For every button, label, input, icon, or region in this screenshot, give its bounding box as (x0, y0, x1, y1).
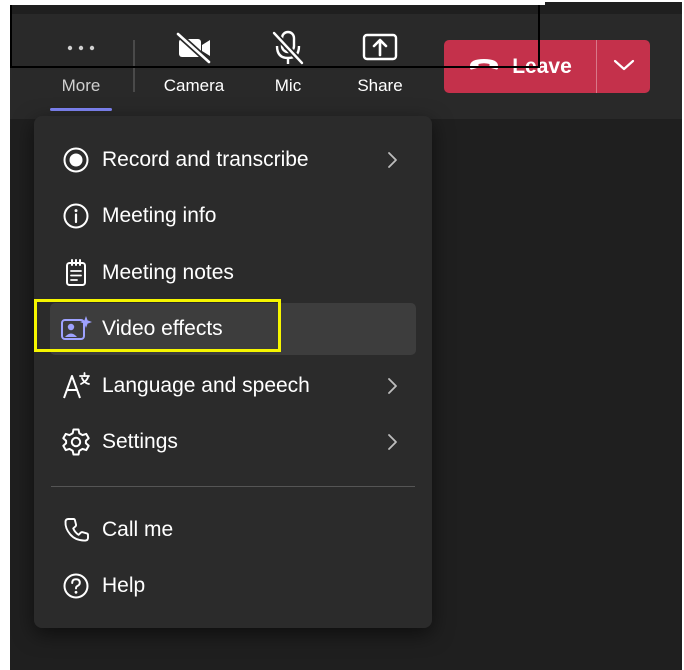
menu-item-meeting-notes[interactable]: Meeting notes (50, 247, 416, 299)
menu-item-settings[interactable]: Settings (50, 416, 416, 468)
record-icon (58, 142, 94, 178)
menu-item-label: Language and speech (102, 374, 310, 397)
menu-item-label: Settings (102, 430, 178, 453)
menu-item-video-effects[interactable]: Video effects (50, 303, 416, 355)
more-label: More (61, 76, 101, 95)
menu-item-help[interactable]: Help (50, 560, 416, 612)
menu-item-label: Record and transcribe (102, 148, 309, 171)
share-label: Share (357, 76, 403, 95)
menu-item-record[interactable]: Record and transcribe (50, 134, 416, 186)
phone-icon (58, 512, 94, 548)
camera-label: Camera (163, 76, 225, 95)
menu-divider (51, 486, 415, 487)
chevron-right-icon (382, 149, 402, 171)
menu-item-label: Call me (102, 518, 174, 541)
menu-item-label: Meeting notes (102, 261, 234, 284)
menu-item-language-speech[interactable]: Language and speech (50, 360, 416, 412)
menu-item-meeting-info[interactable]: Meeting info (50, 190, 416, 242)
language-icon (58, 368, 94, 404)
notes-icon (58, 255, 94, 291)
menu-item-label: Help (102, 574, 146, 597)
chevron-down-icon (613, 58, 635, 76)
more-menu: Record and transcribe Meeting info Meeti… (34, 116, 432, 628)
gear-icon (58, 424, 94, 460)
video-effects-icon (58, 311, 94, 347)
meeting-window: More Camera Mic Share Leave Record and t… (10, 2, 682, 670)
chevron-right-icon (382, 431, 402, 453)
menu-item-call-me[interactable]: Call me (50, 504, 416, 556)
menu-item-label: Meeting info (102, 204, 217, 227)
chevron-right-icon (382, 375, 402, 397)
active-indicator (50, 108, 112, 111)
mic-label: Mic (274, 76, 302, 95)
menu-item-label: Video effects (102, 317, 223, 340)
help-icon (58, 568, 94, 604)
leave-options-button[interactable] (597, 40, 650, 93)
screenshot-border (10, 5, 540, 68)
info-icon (58, 198, 94, 234)
